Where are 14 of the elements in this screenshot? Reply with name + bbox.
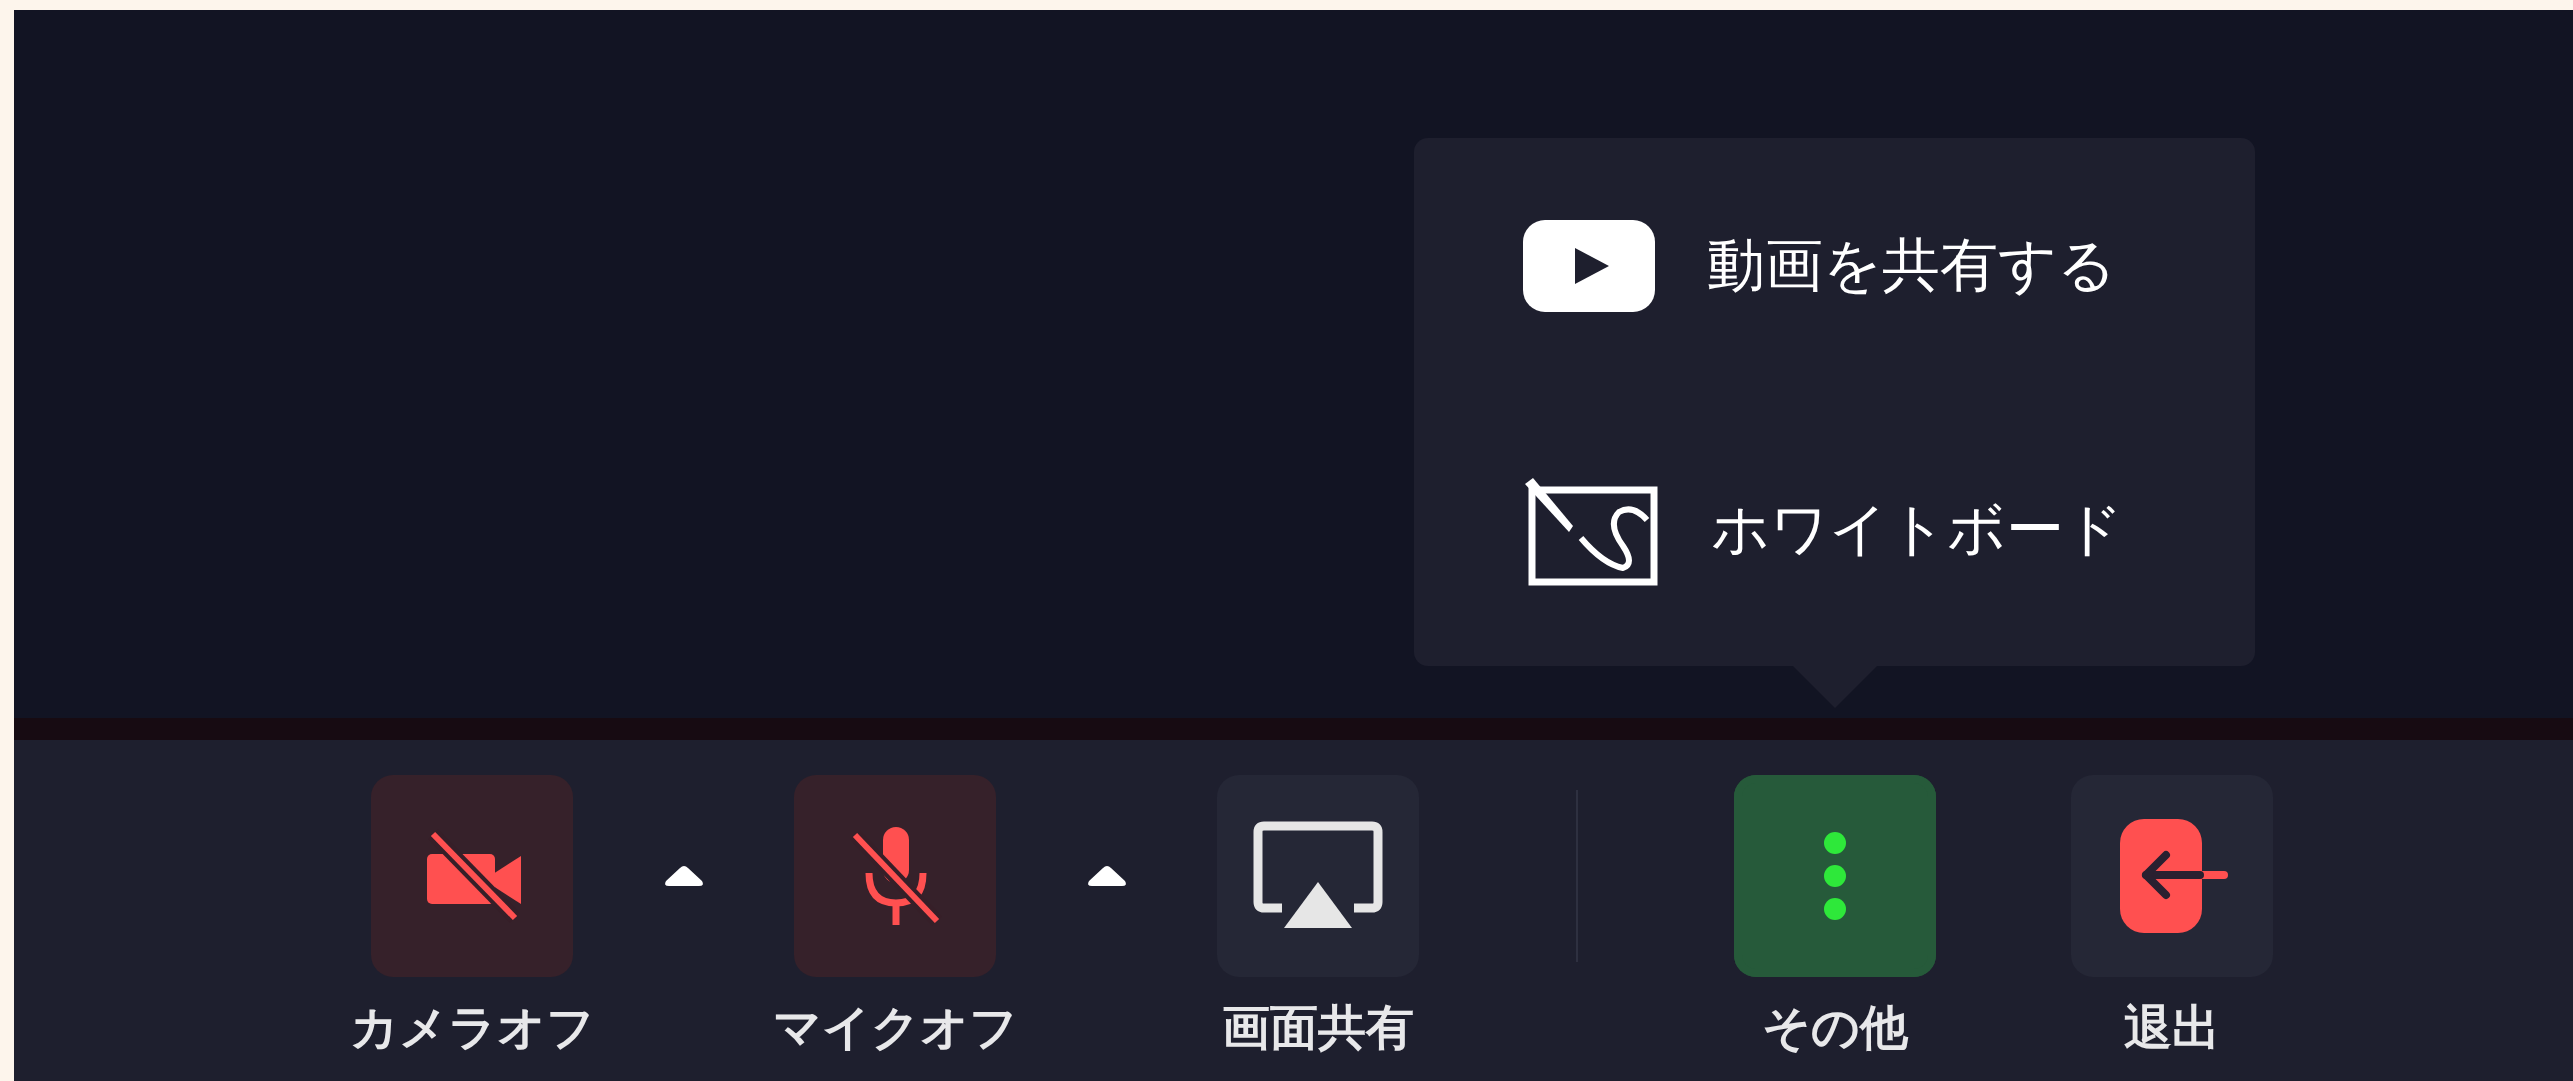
button-label: その他 bbox=[1762, 999, 1908, 1057]
button-label: 画面共有 bbox=[1222, 999, 1414, 1057]
menu-item[interactable]: ホワイトボード bbox=[1523, 462, 2255, 598]
button-label: カメラオフ bbox=[349, 999, 595, 1057]
more-icon bbox=[1823, 831, 1847, 921]
video-play-icon bbox=[1523, 220, 1655, 312]
button-label: マイクオフ bbox=[772, 999, 1018, 1057]
more-button[interactable] bbox=[1734, 775, 1936, 977]
button-label: 退出 bbox=[2124, 999, 2220, 1057]
camera-button[interactable] bbox=[371, 775, 573, 977]
mic-button[interactable] bbox=[794, 775, 996, 977]
leave-button[interactable] bbox=[2071, 775, 2273, 977]
share-button[interactable] bbox=[1217, 775, 1419, 977]
menu-item[interactable]: 動画を共有する bbox=[1523, 198, 2255, 334]
